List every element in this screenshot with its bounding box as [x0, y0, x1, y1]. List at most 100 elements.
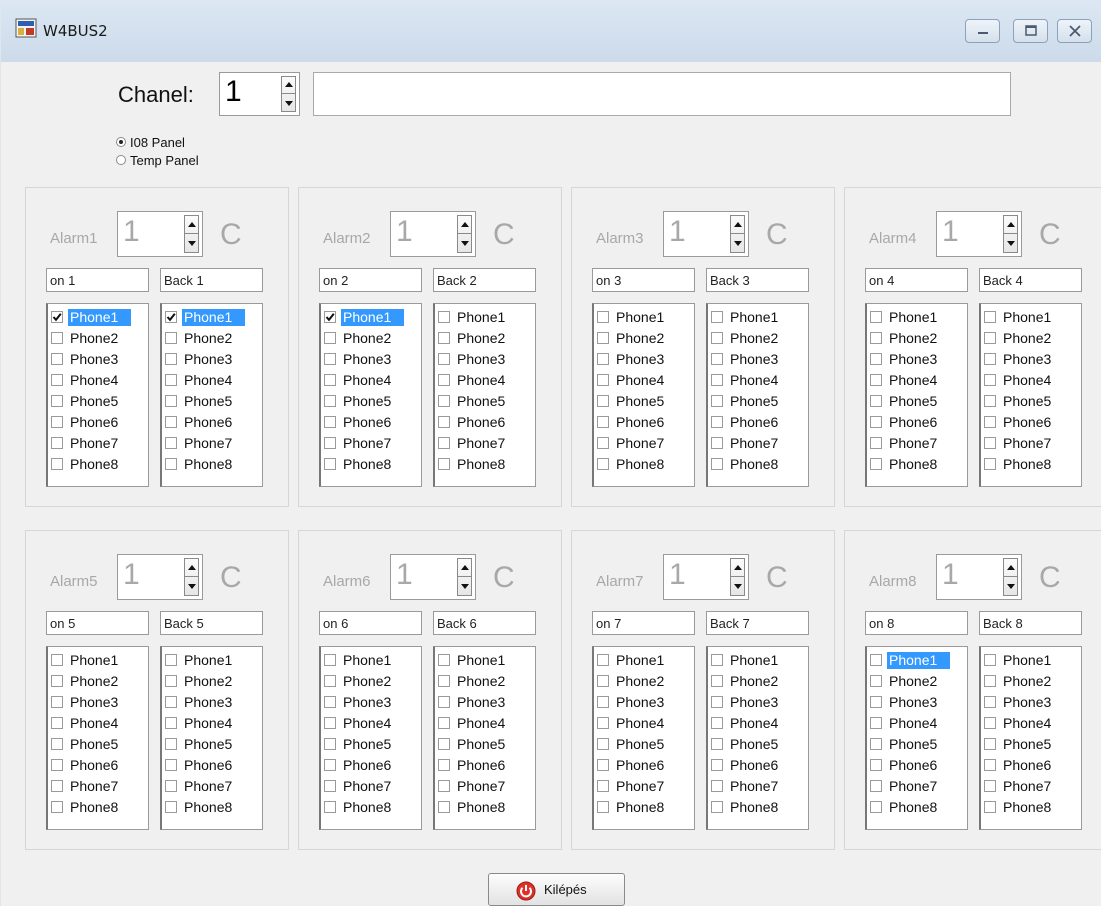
phone-checkbox[interactable]	[870, 458, 882, 470]
phone-item[interactable]: Phone3	[594, 349, 694, 370]
phone-item[interactable]: Phone6	[708, 755, 808, 776]
on-phone-list[interactable]: Phone1 Phone2 Phone3 Phone4 Phone5 Phone6 Phon…	[865, 303, 968, 487]
phone-item[interactable]: Phone7	[708, 433, 808, 454]
phone-item[interactable]: Phone8	[162, 454, 262, 475]
phone-checkbox[interactable]	[324, 395, 336, 407]
phone-item[interactable]: Phone2	[435, 328, 535, 349]
phone-item[interactable]: Phone5	[594, 734, 694, 755]
alarm-threshold-value[interactable]: 1	[669, 215, 686, 249]
phone-item[interactable]: Phone3	[708, 349, 808, 370]
phone-item[interactable]: Phone1	[594, 307, 694, 328]
phone-checkbox[interactable]	[984, 654, 996, 666]
phone-checkbox[interactable]	[51, 759, 63, 771]
alarm-threshold-value[interactable]: 1	[123, 215, 140, 249]
phone-item[interactable]: Phone4	[48, 370, 148, 391]
phone-checkbox[interactable]	[984, 332, 996, 344]
back-phone-list[interactable]: Phone1 Phone2 Phone3 Phone4 Phone5 Phone6 Phon…	[706, 303, 809, 487]
phone-checkbox[interactable]	[984, 416, 996, 428]
phone-item[interactable]: Phone4	[435, 713, 535, 734]
phone-item[interactable]: Phone8	[321, 454, 421, 475]
phone-checkbox[interactable]	[165, 311, 177, 323]
phone-checkbox[interactable]	[711, 311, 723, 323]
back-message-field[interactable]: Back 3	[706, 268, 809, 292]
phone-item[interactable]: Phone8	[594, 454, 694, 475]
phone-checkbox[interactable]	[165, 395, 177, 407]
phone-item[interactable]: Phone8	[48, 454, 148, 475]
phone-checkbox[interactable]	[324, 654, 336, 666]
phone-checkbox[interactable]	[870, 717, 882, 729]
phone-item[interactable]: Phone3	[48, 692, 148, 713]
phone-checkbox[interactable]	[870, 696, 882, 708]
phone-checkbox[interactable]	[51, 717, 63, 729]
radio-temp-dot[interactable]	[116, 155, 126, 165]
phone-checkbox[interactable]	[438, 353, 450, 365]
phone-item[interactable]: Phone6	[594, 412, 694, 433]
phone-item[interactable]: Phone6	[867, 755, 967, 776]
phone-checkbox[interactable]	[324, 416, 336, 428]
phone-checkbox[interactable]	[324, 738, 336, 750]
phone-item[interactable]: Phone4	[708, 713, 808, 734]
phone-checkbox[interactable]	[597, 801, 609, 813]
phone-checkbox[interactable]	[870, 395, 882, 407]
phone-checkbox[interactable]	[51, 738, 63, 750]
channel-spinbox[interactable]: 1	[219, 72, 300, 116]
minimize-button[interactable]	[965, 19, 1000, 43]
phone-item[interactable]: Phone8	[708, 454, 808, 475]
close-button[interactable]	[1057, 19, 1092, 43]
alarm-up-arrow[interactable]	[1004, 559, 1017, 577]
phone-checkbox[interactable]	[324, 353, 336, 365]
phone-checkbox[interactable]	[51, 353, 63, 365]
phone-item[interactable]: Phone2	[981, 671, 1081, 692]
phone-checkbox[interactable]	[51, 801, 63, 813]
phone-item[interactable]: Phone8	[981, 454, 1081, 475]
phone-item[interactable]: Phone2	[162, 671, 262, 692]
back-message-field[interactable]: Back 5	[160, 611, 263, 635]
phone-item[interactable]: Phone5	[48, 391, 148, 412]
alarm-down-arrow[interactable]	[1004, 577, 1017, 595]
phone-checkbox[interactable]	[324, 801, 336, 813]
phone-checkbox[interactable]	[870, 654, 882, 666]
phone-item[interactable]: Phone5	[321, 391, 421, 412]
alarm-threshold-value[interactable]: 1	[942, 215, 959, 249]
phone-item[interactable]: Phone6	[594, 755, 694, 776]
back-phone-list[interactable]: Phone1 Phone2 Phone3 Phone4 Phone5 Phone6 Phon…	[433, 646, 536, 830]
phone-checkbox[interactable]	[597, 738, 609, 750]
alarm-spinner[interactable]	[1003, 558, 1018, 596]
phone-checkbox[interactable]	[165, 696, 177, 708]
phone-checkbox[interactable]	[984, 437, 996, 449]
phone-item[interactable]: Phone1	[48, 307, 148, 328]
alarm-down-arrow[interactable]	[458, 577, 471, 595]
channel-value[interactable]: 1	[225, 75, 242, 109]
phone-checkbox[interactable]	[438, 675, 450, 687]
phone-item[interactable]: Phone5	[321, 734, 421, 755]
phone-item[interactable]: Phone8	[594, 797, 694, 818]
phone-checkbox[interactable]	[711, 374, 723, 386]
phone-item[interactable]: Phone5	[435, 391, 535, 412]
alarm-threshold-value[interactable]: 1	[123, 558, 140, 592]
phone-checkbox[interactable]	[711, 675, 723, 687]
phone-item[interactable]: Phone1	[867, 650, 967, 671]
on-phone-list[interactable]: Phone1 Phone2 Phone3 Phone4 Phone5 Phone6 Phon…	[46, 646, 149, 830]
phone-item[interactable]: Phone1	[867, 307, 967, 328]
back-phone-list[interactable]: Phone1 Phone2 Phone3 Phone4 Phone5 Phone6 Phon…	[979, 646, 1082, 830]
phone-checkbox[interactable]	[870, 759, 882, 771]
phone-item[interactable]: Phone6	[867, 412, 967, 433]
phone-item[interactable]: Phone6	[48, 412, 148, 433]
phone-checkbox[interactable]	[51, 654, 63, 666]
alarm-threshold-spinbox[interactable]: 1	[390, 211, 476, 257]
alarm-spinner[interactable]	[730, 215, 745, 253]
on-message-field[interactable]: on 4	[865, 268, 968, 292]
alarm-threshold-spinbox[interactable]: 1	[936, 211, 1022, 257]
phone-item[interactable]: Phone2	[867, 671, 967, 692]
alarm-down-arrow[interactable]	[185, 234, 198, 252]
alarm-up-arrow[interactable]	[458, 216, 471, 234]
phone-checkbox[interactable]	[984, 717, 996, 729]
alarm-up-arrow[interactable]	[1004, 216, 1017, 234]
phone-checkbox[interactable]	[165, 416, 177, 428]
radio-io8-dot[interactable]	[116, 137, 126, 147]
phone-checkbox[interactable]	[870, 416, 882, 428]
channel-up-arrow[interactable]	[282, 77, 295, 94]
phone-item[interactable]: Phone6	[48, 755, 148, 776]
alarm-up-arrow[interactable]	[731, 559, 744, 577]
alarm-threshold-value[interactable]: 1	[396, 215, 413, 249]
